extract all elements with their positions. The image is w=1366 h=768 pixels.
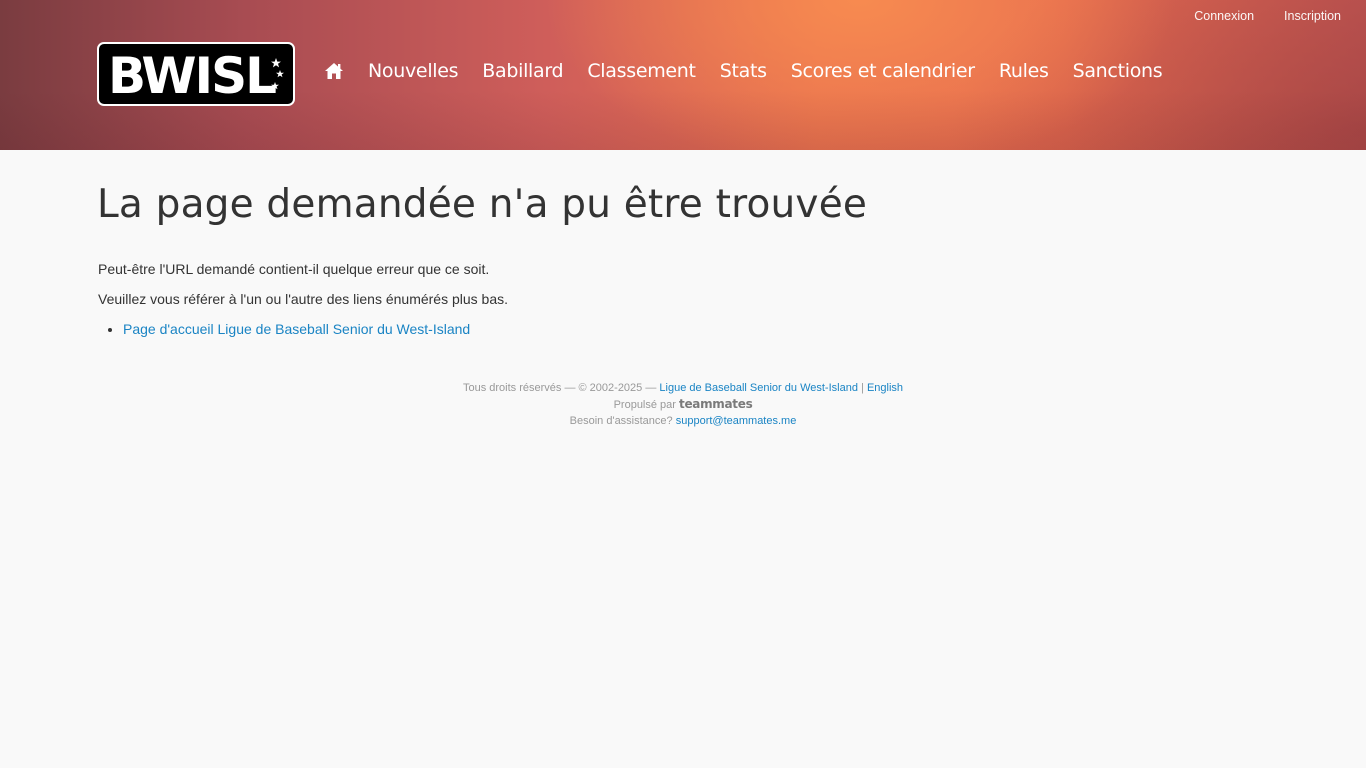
error-message-2: Veuillez vous référer à l'un ou l'autre … xyxy=(98,291,509,307)
nav-item-nouvelles[interactable]: Nouvelles xyxy=(368,60,459,82)
home-icon[interactable] xyxy=(324,61,344,81)
help-text: Besoin d'assistance? xyxy=(569,415,673,427)
login-link[interactable]: Connexion xyxy=(1194,9,1254,23)
list-item: Page d'accueil Ligue de Baseball Senior … xyxy=(123,319,470,339)
powered-by-text: Propulsé par xyxy=(613,399,676,411)
league-link[interactable]: Ligue de Baseball Senior du West-Island xyxy=(659,382,858,394)
main-nav: Nouvelles Babillard Classement Stats Sco… xyxy=(324,60,1186,82)
nav-item-stats[interactable]: Stats xyxy=(720,60,767,82)
site-footer: Tous droits réservés — © 2002-2025 — Lig… xyxy=(0,380,1366,429)
nav-item-babillard[interactable]: Babillard xyxy=(482,60,563,82)
support-line: Besoin d'assistance? support@teammates.m… xyxy=(0,413,1366,429)
error-message-1: Peut-être l'URL demandé contient-il quel… xyxy=(98,261,490,277)
main-content: La page demandée n'a pu être trouvée Peu… xyxy=(97,180,1267,337)
account-links: Connexion Inscription xyxy=(1194,9,1341,23)
copyright-text: Tous droits réservés — © 2002-2025 — xyxy=(462,382,657,394)
teammates-logo[interactable]: teammates xyxy=(679,397,753,411)
support-email-link[interactable]: support@teammates.me xyxy=(676,415,797,427)
site-header: Connexion Inscription BWISL Nouvelles Ba… xyxy=(0,0,1366,150)
signup-link[interactable]: Inscription xyxy=(1284,9,1341,23)
site-logo[interactable]: BWISL xyxy=(97,42,295,106)
footer-rights-line: Tous droits réservés — © 2002-2025 — Lig… xyxy=(0,380,1366,396)
page-title: La page demandée n'a pu être trouvée xyxy=(97,182,868,227)
nav-item-sanctions[interactable]: Sanctions xyxy=(1073,60,1163,82)
homepage-link[interactable]: Page d'accueil Ligue de Baseball Senior … xyxy=(123,321,470,337)
powered-by-line: Propulsé par teammates xyxy=(0,396,1366,413)
logo-stars-icon xyxy=(271,58,284,90)
nav-item-rules[interactable]: Rules xyxy=(999,60,1049,82)
nav-item-scores-calendrier[interactable]: Scores et calendrier xyxy=(791,60,975,82)
footer-separator: | xyxy=(861,382,864,394)
nav-item-classement[interactable]: Classement xyxy=(587,60,696,82)
suggested-links: Page d'accueil Ligue de Baseball Senior … xyxy=(123,319,470,339)
english-link[interactable]: English xyxy=(867,382,903,394)
